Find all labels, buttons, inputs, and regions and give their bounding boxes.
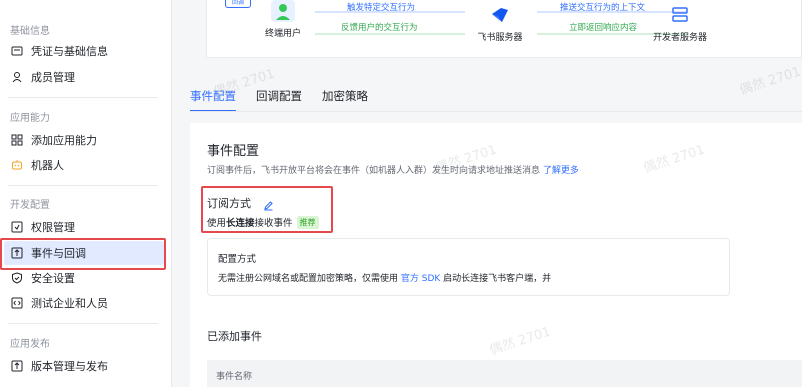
tab-event-config[interactable]: 事件配置 xyxy=(190,88,236,112)
arrow-trigger-label: 触发特定交互行为 xyxy=(347,3,416,13)
grid-icon xyxy=(10,134,23,147)
sidebar-item-label: 权限管理 xyxy=(31,221,75,234)
sidebar-item-credentials[interactable]: 凭证与基础信息 xyxy=(4,39,164,63)
sidebar-item-label: 测试企业和人员 xyxy=(31,297,108,310)
sidebar-divider xyxy=(8,97,158,98)
event-config-card: 事件配置 订阅事件后，飞书开放平台将会在事件（如机器人入群）发生时向请求地址推送… xyxy=(190,123,802,387)
sidebar-item-label: 添加应用能力 xyxy=(31,134,97,147)
watermark: 偶然 2701 xyxy=(737,64,802,99)
tab-callback-config[interactable]: 回调配置 xyxy=(256,88,302,112)
sidebar-item-permissions[interactable]: 权限管理 xyxy=(4,215,164,239)
feishu-server-label: 飞书服务器 xyxy=(477,33,523,43)
sidebar-item-security[interactable]: 安全设置 xyxy=(4,266,164,290)
arrow-return-label: 立即返回响应内容 xyxy=(569,23,638,33)
subscription-title: 订阅方式 xyxy=(207,197,251,210)
sidebar-item-label: 机器人 xyxy=(31,159,64,172)
sub-line-method: 长连接 xyxy=(226,218,255,229)
flow-diagram: 回调 终端用户 触发特定交互行为 反馈用户的交互行为 飞书服务器 推送交互行为的… xyxy=(206,0,802,58)
arrow-push-label: 推送交互行为的上下文 xyxy=(560,3,646,13)
code-icon xyxy=(10,297,23,310)
column-event-name: 事件名称 xyxy=(216,372,253,382)
sidebar-item-label: 成员管理 xyxy=(31,71,75,84)
recommended-badge: 推荐 xyxy=(296,215,319,229)
config-method-text: 无需注册公网域名或配置加密策略，仅需使用 官方 SDK 启动长连接飞书客户端，并 xyxy=(218,271,558,284)
sidebar-item-bot[interactable]: 机器人 xyxy=(4,153,164,177)
config-method-box: 配置方式 无需注册公网域名或配置加密策略，仅需使用 官方 SDK 启动长连接飞书… xyxy=(207,238,730,296)
config-tabs: 事件配置 回调配置 加密策略 xyxy=(190,88,388,112)
user-icon xyxy=(10,71,23,84)
sidebar-section-dev: 开发配置 xyxy=(10,200,50,211)
app-root: 基础信息 凭证与基础信息 成员管理 应用能力 添加应用能力 机器人 开发配置 权… xyxy=(0,0,802,387)
sidebar: 基础信息 凭证与基础信息 成员管理 应用能力 添加应用能力 机器人 开发配置 权… xyxy=(0,0,172,387)
sidebar-item-add-capability[interactable]: 添加应用能力 xyxy=(4,128,164,152)
subscription-method: 使用 长连接 接收事件 推荐 xyxy=(207,215,319,229)
sidebar-section-release: 应用发布 xyxy=(10,339,50,350)
added-events-title: 已添加事件 xyxy=(207,330,262,343)
sidebar-item-members[interactable]: 成员管理 xyxy=(4,65,164,89)
dev-server-label: 开发者服务器 xyxy=(652,33,707,43)
sidebar-divider xyxy=(8,185,158,186)
shield-icon xyxy=(10,272,23,285)
edit-icon[interactable] xyxy=(263,196,274,211)
events-table-header: 事件名称 xyxy=(207,360,802,387)
callback-tag: 回调 xyxy=(225,0,251,8)
user-avatar-icon xyxy=(271,0,295,22)
end-user-node: 终端用户 xyxy=(253,0,313,39)
desc-text: 订阅事件后，飞书开放平台将会在事件（如机器人入群）发生时向请求地址推送消息 xyxy=(207,166,543,176)
main-content: 回调 终端用户 触发特定交互行为 反馈用户的交互行为 飞书服务器 推送交互行为的… xyxy=(172,0,802,387)
sdk-link[interactable]: 官方 SDK xyxy=(401,274,440,284)
server-icon xyxy=(669,4,691,26)
dev-server-node: 开发者服务器 xyxy=(645,4,715,43)
page-title: 事件配置 xyxy=(207,144,260,159)
tab-encryption[interactable]: 加密策略 xyxy=(322,88,368,112)
sidebar-item-test-enterprise[interactable]: 测试企业和人员 xyxy=(4,291,164,315)
sidebar-divider xyxy=(8,323,158,324)
sidebar-item-version-release[interactable]: 版本管理与发布 xyxy=(4,354,164,378)
feishu-logo-icon xyxy=(489,4,511,26)
credential-icon xyxy=(10,45,23,58)
info-text-prefix: 无需注册公网域名或配置加密策略，仅需使用 xyxy=(218,274,401,284)
config-method-title: 配置方式 xyxy=(218,254,257,265)
release-icon xyxy=(10,360,23,373)
info-text-suffix: 启动长连接飞书客户端，并 xyxy=(440,274,552,284)
arrow-line-feedback xyxy=(315,33,465,35)
learn-more-link[interactable]: 了解更多 xyxy=(543,166,579,176)
sub-line-prefix: 使用 xyxy=(207,218,227,229)
tabs-divider xyxy=(190,111,802,112)
sidebar-section-basic: 基础信息 xyxy=(10,26,50,37)
arrow-feedback-label: 反馈用户的交互行为 xyxy=(341,23,418,33)
sidebar-item-label: 安全设置 xyxy=(31,272,75,285)
sidebar-item-label: 凭证与基础信息 xyxy=(31,45,108,58)
event-config-desc: 订阅事件后，飞书开放平台将会在事件（如机器人入群）发生时向请求地址推送消息 了解… xyxy=(207,163,579,176)
sidebar-item-label: 版本管理与发布 xyxy=(31,360,108,373)
sidebar-section-capabilities: 应用能力 xyxy=(10,113,50,124)
permission-icon xyxy=(10,221,23,234)
sub-line-suffix: 接收事件 xyxy=(254,218,293,229)
end-user-label: 终端用户 xyxy=(264,29,301,39)
feishu-server-node: 飞书服务器 xyxy=(465,4,535,43)
robot-icon xyxy=(10,159,23,172)
